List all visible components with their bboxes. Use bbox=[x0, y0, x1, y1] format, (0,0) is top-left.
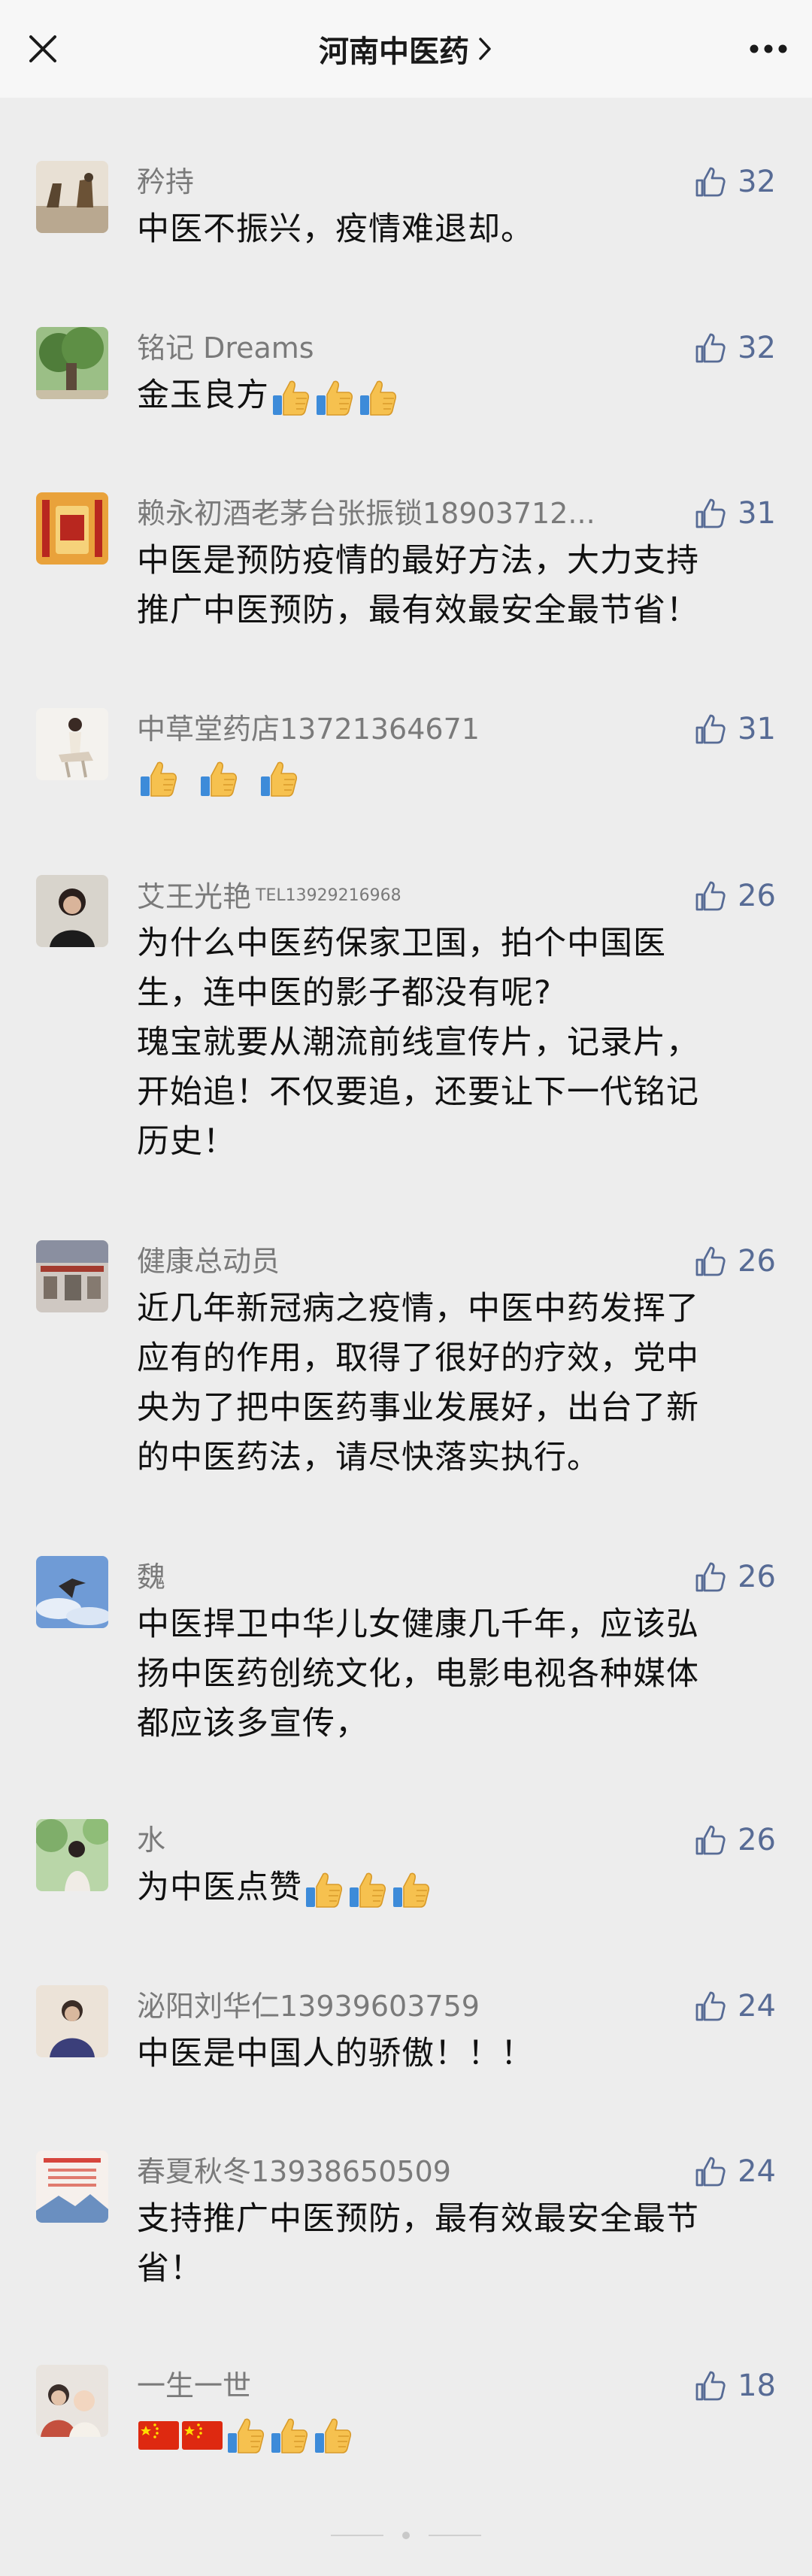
avatar[interactable] bbox=[36, 2151, 108, 2223]
like-button[interactable]: 24 bbox=[694, 2151, 776, 2193]
thumbs-up-emoji-icon bbox=[228, 2418, 265, 2453]
like-count: 31 bbox=[738, 496, 776, 531]
like-icon bbox=[695, 1991, 726, 2021]
commenter-name[interactable]: 中草堂药店13721364671 bbox=[137, 708, 480, 750]
like-icon bbox=[695, 498, 726, 528]
like-icon bbox=[695, 2157, 726, 2187]
comment-text: 中医不振兴，疫情难退却。 bbox=[137, 210, 534, 248]
avatar[interactable] bbox=[36, 1819, 108, 1891]
comment-text: 支持推广中医预防，最有效最安全最节 省！ bbox=[137, 2200, 699, 2287]
thumbs-up-emoji-icon bbox=[350, 1872, 386, 1908]
thumbs-up-emoji-icon bbox=[201, 761, 238, 797]
like-button[interactable]: 26 bbox=[694, 1556, 776, 1598]
like-count: 24 bbox=[738, 1989, 776, 2024]
like-count: 24 bbox=[738, 2154, 776, 2189]
like-count: 26 bbox=[738, 879, 776, 913]
like-button[interactable]: 24 bbox=[694, 1985, 776, 2027]
thumbs-up-emoji-icon bbox=[273, 380, 310, 416]
more-button[interactable] bbox=[746, 29, 791, 69]
commenter-name[interactable]: 魏 bbox=[137, 1556, 165, 1598]
like-button[interactable]: 26 bbox=[694, 1819, 776, 1861]
china-flag-icon bbox=[182, 2420, 223, 2450]
emoji-group bbox=[137, 758, 317, 797]
close-icon bbox=[29, 35, 56, 62]
commenter-name[interactable]: 艾王光艳 TEL13929216968 bbox=[137, 875, 401, 917]
like-icon bbox=[695, 333, 726, 363]
commenter-name[interactable]: 水 bbox=[137, 1819, 165, 1861]
comment-text-content: 金玉良方 bbox=[137, 377, 269, 414]
like-count: 18 bbox=[738, 2369, 776, 2403]
like-button[interactable]: 31 bbox=[694, 708, 776, 750]
like-button[interactable]: 26 bbox=[694, 1240, 776, 1282]
like-count: 32 bbox=[738, 165, 776, 199]
avatar[interactable] bbox=[36, 875, 108, 947]
avatar[interactable] bbox=[36, 2365, 108, 2437]
commenter-name[interactable]: 赖永初酒老茅台张振锁18903712... bbox=[137, 492, 595, 534]
like-count: 32 bbox=[738, 331, 776, 365]
page-title: 河南中医药 bbox=[319, 35, 469, 69]
thumbs-up-emoji-icon bbox=[393, 1872, 430, 1908]
like-icon bbox=[695, 167, 726, 197]
commenter-name-sup: TEL13929216968 bbox=[256, 886, 401, 905]
avatar[interactable] bbox=[36, 1985, 108, 2057]
like-button[interactable]: 32 bbox=[694, 327, 776, 369]
comment-text: 中医是中国人的骄傲！！！ bbox=[137, 2035, 534, 2072]
like-button[interactable]: 31 bbox=[694, 492, 776, 534]
close-button[interactable] bbox=[23, 29, 63, 69]
top-bar: 河南中医药 bbox=[0, 0, 812, 98]
comment-text: 为什么中医药保家卫国，拍个中国医 生，连中医的影子都没有呢? 瑰宝就要从潮流前线… bbox=[137, 925, 699, 1161]
page-indicator bbox=[331, 2532, 481, 2539]
commenter-name[interactable]: 矜持 bbox=[137, 161, 194, 203]
like-icon bbox=[695, 1562, 726, 1592]
more-icon bbox=[750, 44, 787, 53]
like-icon bbox=[695, 881, 726, 911]
commenter-name[interactable]: 春夏秋冬13938650509 bbox=[137, 2151, 451, 2193]
emoji-group bbox=[302, 1869, 433, 1908]
comment-text: 中医捍卫中华儿女健康几千年，应该弘 扬中医药创统文化，电影电视各种媒体 都应该多… bbox=[137, 1606, 699, 1742]
thumbs-up-emoji-icon bbox=[271, 2418, 308, 2453]
account-title-link[interactable]: 河南中医药 bbox=[319, 27, 493, 71]
commenter-name[interactable]: 健康总动员 bbox=[137, 1240, 280, 1282]
comment-text: 近几年新冠病之疫情，中医中药发挥了 应有的作用，取得了很好的疗效，党中 央为了把… bbox=[137, 1290, 699, 1476]
avatar[interactable] bbox=[36, 1556, 108, 1628]
comment-text: 中医是预防疫情的最好方法，大力支持 推广中医预防，最有效最安全最节省！ bbox=[137, 542, 699, 629]
commenter-name[interactable]: 铭记 Dreams bbox=[137, 327, 314, 369]
comment-text: 金玉良方 bbox=[137, 371, 776, 420]
like-button[interactable]: 18 bbox=[694, 2365, 776, 2407]
china-flag-icon bbox=[138, 2420, 179, 2450]
like-count: 26 bbox=[738, 1560, 776, 1594]
comment-text: 为中医点赞 bbox=[137, 1863, 776, 1912]
thumbs-up-emoji-icon bbox=[141, 761, 177, 797]
comment-text bbox=[137, 752, 776, 801]
emoji-group bbox=[269, 377, 400, 416]
commenter-name-text: 艾王光艳 bbox=[137, 880, 252, 913]
thumbs-up-emoji-icon bbox=[306, 1872, 343, 1908]
comment-text-content: 为中医点赞 bbox=[137, 1869, 302, 1906]
like-icon bbox=[695, 2371, 726, 2401]
like-count: 26 bbox=[738, 1823, 776, 1857]
thumbs-up-emoji-icon bbox=[315, 2418, 352, 2453]
like-icon bbox=[695, 1825, 726, 1855]
comment-text bbox=[137, 2408, 776, 2458]
avatar[interactable] bbox=[36, 492, 108, 565]
thumbs-up-emoji-icon bbox=[261, 761, 298, 797]
avatar[interactable] bbox=[36, 708, 108, 780]
avatar[interactable] bbox=[36, 1240, 108, 1312]
commenter-name[interactable]: 泌阳刘华仁13939603759 bbox=[137, 1985, 480, 2027]
commenter-name[interactable]: 一生一世 bbox=[137, 2365, 251, 2407]
like-icon bbox=[695, 1246, 726, 1276]
like-count: 31 bbox=[738, 712, 776, 746]
emoji-group bbox=[137, 2414, 355, 2453]
thumbs-up-emoji-icon bbox=[360, 380, 397, 416]
like-button[interactable]: 26 bbox=[694, 875, 776, 917]
avatar[interactable] bbox=[36, 327, 108, 399]
like-icon bbox=[695, 714, 726, 744]
chevron-right-icon bbox=[479, 38, 491, 60]
like-count: 26 bbox=[738, 1244, 776, 1279]
thumbs-up-emoji-icon bbox=[317, 380, 353, 416]
avatar[interactable] bbox=[36, 161, 108, 233]
like-button[interactable]: 32 bbox=[694, 161, 776, 203]
